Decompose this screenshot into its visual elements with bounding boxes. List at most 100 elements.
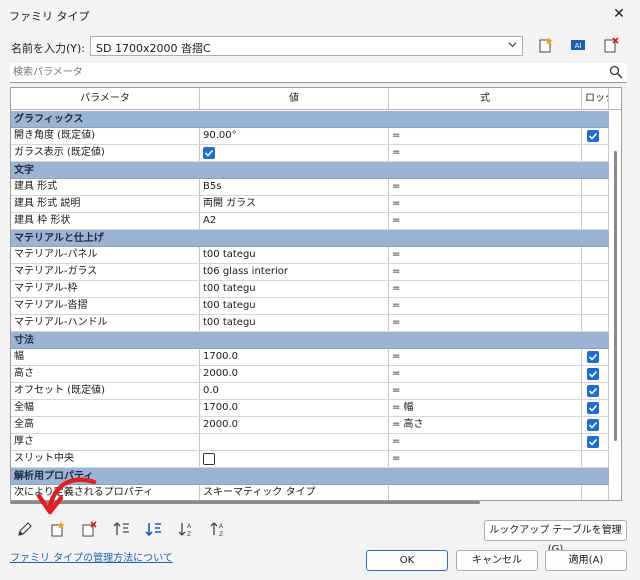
parameter-value[interactable]: A2 xyxy=(200,213,389,229)
lock-checkbox[interactable] xyxy=(587,130,599,142)
value-checkbox[interactable] xyxy=(203,147,215,159)
parameter-formula[interactable]: = xyxy=(389,196,582,212)
parameter-name[interactable]: マテリアル-枠 xyxy=(11,281,200,297)
parameter-name[interactable]: 建具 形式 説明 xyxy=(11,196,200,212)
search-bar[interactable] xyxy=(10,63,627,83)
parameter-formula[interactable]: = xyxy=(389,349,582,365)
parameter-formula[interactable]: = 幅 xyxy=(389,400,582,416)
parameter-value[interactable]: スキーマティック タイプ xyxy=(200,485,389,500)
vertical-scrollbar[interactable] xyxy=(609,111,621,500)
move-up-icon[interactable] xyxy=(113,520,131,538)
parameter-name[interactable]: 建具 形式 xyxy=(11,179,200,195)
parameter-formula[interactable]: = xyxy=(389,145,582,161)
parameter-formula[interactable] xyxy=(389,485,582,500)
parameter-formula[interactable]: = xyxy=(389,247,582,263)
parameter-lock[interactable] xyxy=(582,145,609,161)
parameter-lock[interactable] xyxy=(582,128,609,144)
parameter-name[interactable]: オフセット (既定値) xyxy=(11,383,200,399)
column-header-formula[interactable]: 式 xyxy=(389,88,582,109)
parameter-formula[interactable]: = xyxy=(389,451,582,467)
parameter-value[interactable]: t06 glass interior xyxy=(200,264,389,280)
parameter-name[interactable]: マテリアル-沓摺 xyxy=(11,298,200,314)
parameter-name[interactable]: 全幅 xyxy=(11,400,200,416)
parameter-lock[interactable] xyxy=(582,451,609,467)
column-header-value[interactable]: 値 xyxy=(200,88,389,109)
parameter-formula[interactable]: = xyxy=(389,315,582,331)
parameter-value[interactable]: t00 tategu xyxy=(200,298,389,314)
parameter-lock[interactable] xyxy=(582,179,609,195)
parameter-lock[interactable] xyxy=(582,264,609,280)
parameter-value[interactable]: 0.0 xyxy=(200,383,389,399)
parameter-value[interactable]: 両開 ガラス xyxy=(200,196,389,212)
parameter-name[interactable]: 幅 xyxy=(11,349,200,365)
sort-ascending-icon[interactable]: AZ xyxy=(178,520,196,538)
parameter-formula[interactable]: = xyxy=(389,179,582,195)
parameter-value[interactable]: 1700.0 xyxy=(200,349,389,365)
parameter-value[interactable]: 2000.0 xyxy=(200,366,389,382)
cancel-button[interactable]: キャンセル xyxy=(456,550,538,571)
group-header[interactable]: マテリアルと仕上げ xyxy=(11,230,609,247)
edit-parameter-icon[interactable] xyxy=(16,520,34,538)
delete-type-icon[interactable] xyxy=(602,36,620,54)
search-input[interactable] xyxy=(13,65,603,80)
parameter-lock[interactable] xyxy=(582,315,609,331)
parameter-formula[interactable]: = xyxy=(389,434,582,450)
lock-checkbox[interactable] xyxy=(587,368,599,380)
column-header-lock[interactable]: ロック xyxy=(582,88,609,109)
parameter-lock[interactable] xyxy=(582,485,609,500)
parameter-name[interactable]: 全高 xyxy=(11,417,200,433)
apply-button[interactable]: 適用(A) xyxy=(545,550,627,571)
parameter-name[interactable]: マテリアル-ハンドル xyxy=(11,315,200,331)
group-header[interactable]: 寸法 xyxy=(11,332,609,349)
parameter-value[interactable]: t00 tategu xyxy=(200,315,389,331)
parameter-name[interactable]: 建具 枠 形状 xyxy=(11,213,200,229)
parameter-lock[interactable] xyxy=(582,400,609,416)
parameter-value[interactable]: t00 tategu xyxy=(200,281,389,297)
parameter-value[interactable]: 2000.0 xyxy=(200,417,389,433)
parameter-lock[interactable] xyxy=(582,196,609,212)
group-header[interactable]: 文字 xyxy=(11,162,609,179)
value-checkbox[interactable] xyxy=(203,453,215,465)
parameter-name[interactable]: ガラス表示 (既定値) xyxy=(11,145,200,161)
parameter-name[interactable]: マテリアル-ガラス xyxy=(11,264,200,280)
search-icon[interactable] xyxy=(609,65,623,79)
help-link[interactable]: ファミリ タイプの管理方法について xyxy=(10,549,173,564)
parameter-lock[interactable] xyxy=(582,366,609,382)
parameter-lock[interactable] xyxy=(582,281,609,297)
parameter-formula[interactable]: = xyxy=(389,264,582,280)
parameter-lock[interactable] xyxy=(582,349,609,365)
parameter-lock[interactable] xyxy=(582,434,609,450)
column-header-parameter[interactable]: パラメータ xyxy=(11,88,200,109)
new-type-icon[interactable] xyxy=(537,36,555,54)
parameter-lock[interactable] xyxy=(582,213,609,229)
ok-button[interactable]: OK xyxy=(366,550,448,571)
parameter-value[interactable] xyxy=(200,451,389,467)
parameter-value[interactable] xyxy=(200,145,389,161)
group-header[interactable]: グラフィックス xyxy=(11,111,609,128)
parameter-lock[interactable] xyxy=(582,247,609,263)
parameter-value[interactable]: B5s xyxy=(200,179,389,195)
close-icon[interactable]: ✕ xyxy=(610,5,628,23)
lock-checkbox[interactable] xyxy=(587,402,599,414)
parameter-formula[interactable]: = xyxy=(389,366,582,382)
type-name-dropdown[interactable]: SD 1700x2000 沓摺C xyxy=(90,36,523,56)
move-down-icon[interactable] xyxy=(145,520,163,538)
parameter-formula[interactable]: = xyxy=(389,213,582,229)
parameter-value[interactable]: t00 tategu xyxy=(200,247,389,263)
parameter-lock[interactable] xyxy=(582,417,609,433)
parameter-formula[interactable]: = xyxy=(389,383,582,399)
parameter-name[interactable]: 高さ xyxy=(11,366,200,382)
parameter-formula[interactable]: = xyxy=(389,298,582,314)
parameter-value[interactable] xyxy=(200,434,389,450)
parameter-name[interactable]: スリット中央 xyxy=(11,451,200,467)
rename-type-icon[interactable]: AI xyxy=(569,36,587,54)
lock-checkbox[interactable] xyxy=(587,351,599,363)
manage-lookup-tables-button[interactable]: ルックアップ テーブルを管理(G) xyxy=(484,520,627,555)
sort-descending-icon[interactable]: AZ xyxy=(210,520,228,538)
parameter-lock[interactable] xyxy=(582,298,609,314)
parameter-name[interactable]: 厚さ xyxy=(11,434,200,450)
parameter-formula[interactable]: = xyxy=(389,128,582,144)
parameter-name[interactable]: 開き角度 (既定値) xyxy=(11,128,200,144)
parameter-formula[interactable]: = xyxy=(389,281,582,297)
scrollbar-thumb[interactable] xyxy=(614,151,617,441)
